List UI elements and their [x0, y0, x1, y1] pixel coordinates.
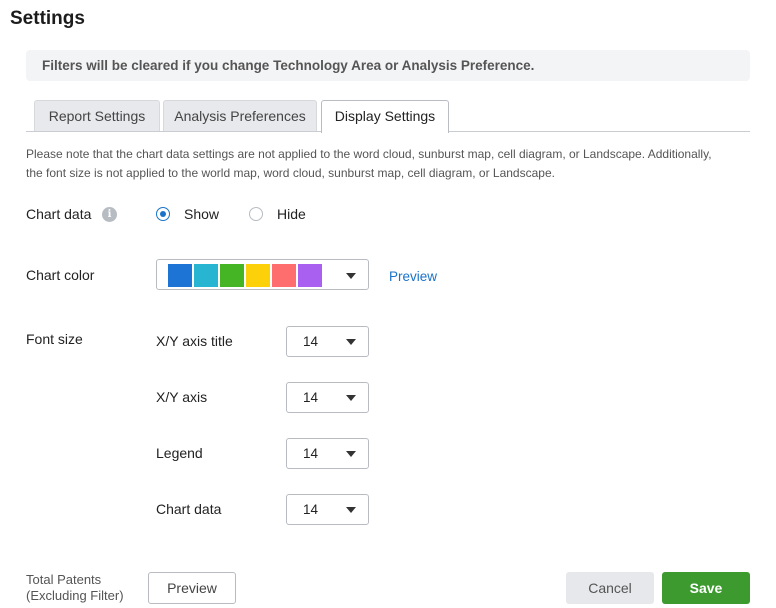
color-swatch	[272, 264, 296, 287]
font-size-label: Font size	[26, 331, 83, 347]
chart-data-size-select[interactable]: 14	[286, 494, 369, 525]
save-button[interactable]: Save	[662, 572, 750, 604]
hide-radio-label[interactable]: Hide	[277, 206, 306, 222]
xy-axis-size-select[interactable]: 14	[286, 382, 369, 413]
tab-analysis-preferences[interactable]: Analysis Preferences	[163, 100, 317, 131]
chevron-down-icon	[346, 395, 356, 401]
color-swatch	[220, 264, 244, 287]
note-line-2: the font size is not applied to the worl…	[26, 164, 750, 183]
chevron-down-icon	[346, 273, 356, 279]
chart-data-font-label: Chart data	[156, 501, 221, 517]
color-swatch	[194, 264, 218, 287]
xy-axis-title-size-value: 14	[303, 334, 318, 349]
color-swatch	[298, 264, 322, 287]
color-swatch	[246, 264, 270, 287]
color-swatch	[168, 264, 192, 287]
preview-button[interactable]: Preview	[148, 572, 236, 604]
total-patents-line-1: Total Patents	[26, 572, 124, 588]
xy-axis-title-size-select[interactable]: 14	[286, 326, 369, 357]
chart-color-preview-link[interactable]: Preview	[389, 269, 437, 284]
page-title: Settings	[10, 8, 85, 30]
total-patents-label: Total Patents (Excluding Filter)	[26, 572, 124, 604]
legend-label: Legend	[156, 445, 203, 461]
chevron-down-icon	[346, 451, 356, 457]
legend-size-value: 14	[303, 446, 318, 461]
legend-size-select[interactable]: 14	[286, 438, 369, 469]
tab-report-settings[interactable]: Report Settings	[34, 100, 160, 131]
chevron-down-icon	[346, 507, 356, 513]
hide-radio[interactable]	[249, 207, 263, 221]
chart-data-label: Chart data	[26, 206, 91, 222]
tab-display-settings[interactable]: Display Settings	[321, 100, 449, 133]
display-settings-note: Please note that the chart data settings…	[26, 145, 750, 183]
xy-axis-size-value: 14	[303, 390, 318, 405]
xy-axis-label: X/Y axis	[156, 389, 207, 405]
xy-axis-title-label: X/Y axis title	[156, 333, 233, 349]
note-line-1: Please note that the chart data settings…	[26, 145, 750, 164]
chart-color-select[interactable]	[156, 259, 369, 290]
filter-notice: Filters will be cleared if you change Te…	[26, 50, 750, 81]
info-icon[interactable]: i	[102, 207, 117, 222]
settings-tabs: Report Settings Analysis Preferences Dis…	[26, 99, 750, 132]
chevron-down-icon	[346, 339, 356, 345]
chart-data-size-value: 14	[303, 502, 318, 517]
show-radio[interactable]	[156, 207, 170, 221]
total-patents-line-2: (Excluding Filter)	[26, 588, 124, 604]
cancel-button[interactable]: Cancel	[566, 572, 654, 604]
chart-color-label: Chart color	[26, 267, 94, 283]
show-radio-label[interactable]: Show	[184, 206, 219, 222]
